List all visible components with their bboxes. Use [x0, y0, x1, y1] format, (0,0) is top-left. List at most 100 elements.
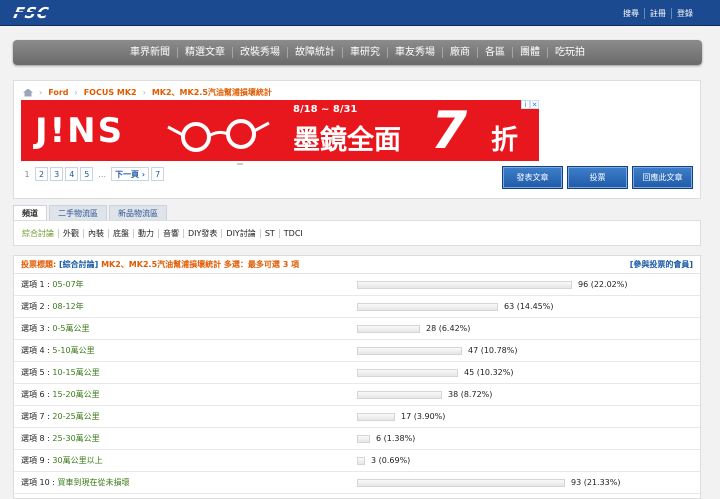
poll-option-row: 選項 6 : 15-20萬公里 38 (8.72%) — [14, 384, 700, 406]
breadcrumb-focus-mk2[interactable]: FOCUS MK2 — [84, 88, 137, 97]
chevron-right-icon: › — [142, 88, 146, 97]
poll-option-row: 選項 8 : 25-30萬公里 6 (1.38%) — [14, 428, 700, 450]
poll-option-label: 選項 2 : 08-12年 — [21, 301, 84, 312]
poll-option-text: 25-30萬公里 — [52, 434, 100, 443]
main-nav: 車界新聞 精選文章 改裝秀場 故障統計 車研究 車友秀場 廠商 各區 團體 吃玩… — [13, 40, 702, 65]
ad-date: 8/18 ~ 8/31 — [293, 104, 358, 115]
nav-item-vendors[interactable]: 廠商 — [442, 47, 477, 58]
ad-info-icon[interactable]: i — [521, 100, 530, 109]
poll-option-row: 選項 5 : 10-15萬公里 45 (10.32%) — [14, 362, 700, 384]
nav-item-news[interactable]: 車界新聞 — [123, 47, 177, 58]
poll-header: 投票標題: [綜合討論] MK2、MK2.5汽油幫浦損壞統計 多選：最多可選 3… — [14, 256, 700, 274]
page-link[interactable]: 4 — [65, 167, 79, 181]
nav-item-eat-play[interactable]: 吃玩拍 — [547, 47, 592, 58]
poll-option-text: 買車到現在從未損壞 — [57, 478, 130, 487]
ad-number: 7 — [431, 101, 468, 161]
tab-channel[interactable]: 頻道 — [13, 205, 47, 220]
ad-headline: 墨鏡全面 — [293, 125, 401, 156]
poll-category-link[interactable]: [綜合討論] — [59, 260, 98, 269]
poll-option-bar — [357, 413, 395, 421]
poll-option-row: 選項 9 : 30萬公里以上 3 (0.69%) — [14, 450, 700, 472]
subtab-general[interactable]: 綜合討論 — [20, 229, 58, 238]
site-logo[interactable]: FSC — [12, 4, 51, 22]
page-link-last[interactable]: 7 — [151, 167, 165, 181]
poll-option-bar — [357, 435, 370, 443]
poll-option-result: 47 (10.78%) — [468, 346, 518, 355]
poll-option-prefix: 選項 8 : — [21, 434, 53, 443]
pagination: 1 2 3 4 5 ... 下一頁 › 7 — [21, 167, 165, 181]
poll-option-text: 05-07年 — [52, 280, 84, 289]
poll-option-row: 選項 1 : 05-07年 96 (22.02%) — [14, 274, 700, 296]
poll-option-result: 96 (22.02%) — [578, 280, 628, 289]
poll-title: 投票標題: [綜合討論] MK2、MK2.5汽油幫浦損壞統計 多選：最多可選 3… — [21, 259, 299, 270]
poll-option-prefix: 選項 6 : — [21, 390, 53, 399]
reply-button[interactable]: 回應此文章 — [632, 166, 693, 189]
register-link[interactable]: 註冊 — [644, 8, 671, 19]
subtab-chassis[interactable]: 底盤 — [108, 228, 133, 238]
chevron-right-icon: › — [39, 88, 43, 97]
nav-item-mods[interactable]: 改裝秀場 — [232, 47, 287, 58]
login-link[interactable]: 登錄 — [671, 8, 698, 19]
poll-title-text: MK2、MK2.5汽油幫浦損壞統計 多選：最多可選 3 項 — [98, 260, 300, 269]
nav-item-regions[interactable]: 各區 — [477, 47, 512, 58]
page-link[interactable]: 5 — [80, 167, 94, 181]
poll-option-row: 選項 2 : 08-12年 63 (14.45%) — [14, 296, 700, 318]
sunglasses-icon — [167, 119, 270, 152]
subtab-diy-discussion[interactable]: DIY討論 — [221, 228, 259, 238]
poll-option-bar — [357, 479, 565, 487]
ad-divider — [237, 163, 243, 165]
poll-option-bar — [357, 325, 420, 333]
poll-option-bar — [357, 347, 462, 355]
subtab-interior[interactable]: 內裝 — [83, 228, 108, 238]
search-link[interactable]: 搜尋 — [618, 8, 644, 19]
subtab-tdci[interactable]: TDCI — [278, 228, 307, 238]
poll-option-result: 38 (8.72%) — [448, 390, 493, 399]
page-link[interactable]: 3 — [50, 167, 64, 181]
poll-title-prefix: 投票標題: — [21, 260, 59, 269]
poll-option-text: 0-5萬公里 — [52, 324, 90, 333]
subtab-st[interactable]: ST — [259, 228, 279, 238]
poll-option-result: 45 (10.32%) — [464, 368, 514, 377]
poll-option-label: 選項 5 : 10-15萬公里 — [21, 367, 100, 378]
ad-banner[interactable]: J!NS 8/18 ~ 8/31 墨鏡全面 7 折 i ✕ — [21, 100, 539, 161]
poll-option-result: 3 (0.69%) — [371, 456, 411, 465]
subcategory-bar: 綜合討論 外觀 內裝 底盤 動力 音響 DIY發表 DIY討論 ST TDCI — [13, 220, 701, 246]
thread-actions: 發表文章 投票 回應此文章 — [502, 166, 693, 189]
poll-option-bar — [357, 303, 498, 311]
vote-button[interactable]: 投票 — [567, 166, 628, 189]
next-page-button[interactable]: 下一頁 › — [111, 167, 150, 181]
nav-item-featured[interactable]: 精選文章 — [177, 47, 232, 58]
breadcrumb-thread[interactable]: MK2、MK2.5汽油幫浦損壞統計 — [152, 87, 272, 98]
subtab-audio[interactable]: 音響 — [158, 228, 183, 238]
poll-option-row: 選項 7 : 20-25萬公里 17 (3.90%) — [14, 406, 700, 428]
poll-option-prefix: 選項 1 : — [21, 280, 53, 289]
poll-option-prefix: 選項 5 : — [21, 368, 53, 377]
home-icon[interactable] — [23, 88, 33, 97]
ad-controls: i ✕ — [521, 100, 539, 109]
forum-tabs: 頻道 二手物流區 新品物流區 — [13, 205, 167, 220]
poll-option-result: 17 (3.90%) — [401, 412, 446, 421]
close-icon[interactable]: ✕ — [530, 100, 539, 109]
tab-new-goods[interactable]: 新品物流區 — [109, 205, 167, 220]
tab-used-goods[interactable]: 二手物流區 — [49, 205, 107, 220]
poll-option-bar — [357, 281, 572, 289]
new-post-button[interactable]: 發表文章 — [502, 166, 563, 189]
poll-option-label: 選項 4 : 5-10萬公里 — [21, 345, 95, 356]
page-link[interactable]: 2 — [35, 167, 49, 181]
nav-item-groups[interactable]: 團體 — [512, 47, 547, 58]
nav-item-showcase[interactable]: 車友秀場 — [387, 47, 442, 58]
poll-option-result: 93 (21.33%) — [571, 478, 621, 487]
nav-item-faults[interactable]: 故障統計 — [287, 47, 342, 58]
poll-option-prefix: 選項 2 : — [21, 302, 53, 311]
breadcrumb-ford[interactable]: Ford — [48, 88, 68, 97]
subtab-diy-post[interactable]: DIY發表 — [183, 228, 221, 238]
nav-item-research[interactable]: 車研究 — [342, 47, 387, 58]
subtab-exterior[interactable]: 外觀 — [58, 228, 83, 238]
poll-members-link[interactable]: [參與投票的會員] — [630, 259, 693, 270]
poll-option-row: 選項 3 : 0-5萬公里 28 (6.42%) — [14, 318, 700, 340]
poll-option-text: 08-12年 — [52, 302, 84, 311]
top-bar: FSC 搜尋 註冊 登錄 — [0, 0, 720, 26]
poll-option-text: 15-20萬公里 — [52, 390, 100, 399]
page-ellipsis: ... — [95, 167, 110, 181]
subtab-power[interactable]: 動力 — [133, 228, 158, 238]
